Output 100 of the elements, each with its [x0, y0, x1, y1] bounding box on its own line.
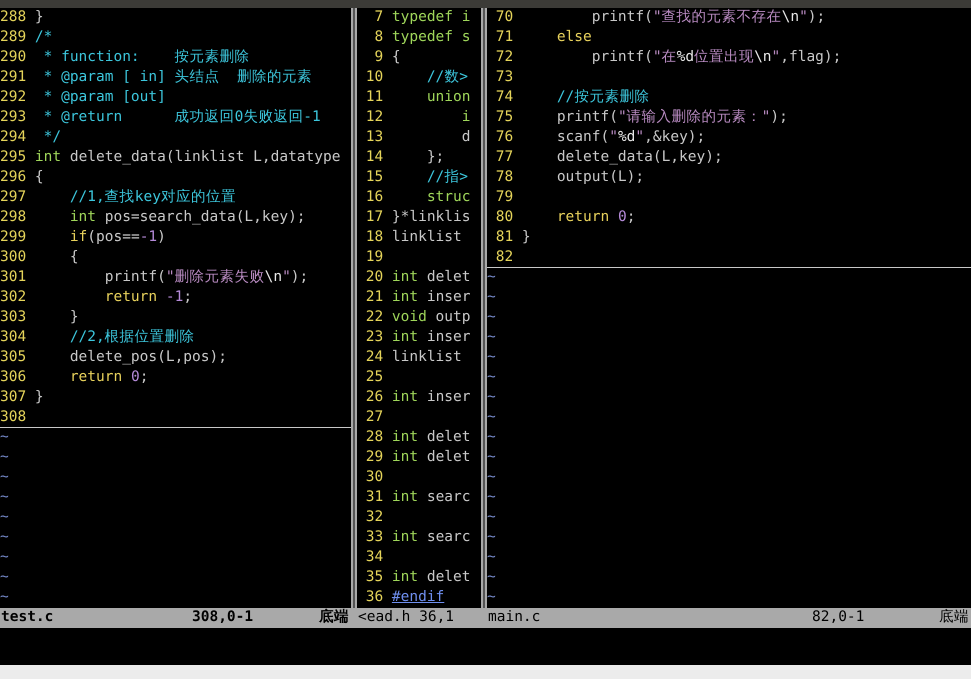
- line-number: 289: [0, 28, 26, 48]
- line-number: 26: [364, 388, 384, 408]
- line-number: 300: [0, 248, 26, 268]
- code-line: }: [68, 308, 79, 328]
- line-number: 36: [364, 588, 384, 608]
- code-line: union: [426, 88, 470, 108]
- line-number: 292: [0, 88, 26, 108]
- code-line: //1,查找key对应的位置: [68, 188, 236, 208]
- empty-line-marker: ~: [0, 588, 9, 608]
- code-line: delete_data(L,key);: [556, 148, 723, 168]
- line-number: 307: [0, 388, 26, 408]
- line-number: 33: [364, 528, 384, 548]
- line-number: 17: [364, 208, 384, 228]
- empty-line-marker: ~: [487, 368, 496, 388]
- line-number: 291: [0, 68, 26, 88]
- code-line: printf("删除元素失败\n");: [104, 268, 308, 288]
- line-number: 29: [364, 448, 384, 468]
- code-line: typedef i: [392, 8, 470, 28]
- code-line: int inser: [392, 388, 470, 408]
- code-line: /*: [34, 28, 52, 48]
- line-number: 34: [364, 548, 384, 568]
- code-line: //数>: [426, 68, 468, 88]
- line-number: 299: [0, 228, 26, 248]
- line-number: 79: [494, 188, 514, 208]
- empty-line-marker: ~: [487, 468, 496, 488]
- code-line: }*linklis: [392, 208, 470, 228]
- line-number: 297: [0, 188, 26, 208]
- empty-line-marker: ~: [0, 548, 9, 568]
- line-number: 298: [0, 208, 26, 228]
- line-number: 23: [364, 328, 384, 348]
- code-line: printf("请输入删除的元素：");: [556, 108, 788, 128]
- code-line: else: [556, 28, 592, 48]
- empty-line-marker: ~: [487, 388, 496, 408]
- code-line: int delet: [392, 428, 470, 448]
- line-number: 21: [364, 288, 384, 308]
- code-line: int delete_data(linklist L,datatype: [34, 148, 340, 168]
- line-number: 32: [364, 508, 384, 528]
- line-number: 30: [364, 468, 384, 488]
- line-number: 75: [494, 108, 514, 128]
- line-number: 28: [364, 428, 384, 448]
- code-line: printf("在%d位置出现\n",flag);: [590, 48, 842, 68]
- line-number: 8: [373, 28, 384, 48]
- code-line: */: [42, 128, 62, 148]
- code-line: * function: 按元素删除: [42, 48, 250, 68]
- empty-line-marker: ~: [487, 348, 496, 368]
- empty-line-marker: ~: [0, 528, 9, 548]
- code-line: };: [426, 148, 444, 168]
- empty-line-marker: ~: [487, 588, 496, 608]
- code-line: return -1;: [104, 288, 192, 308]
- code-line: }: [34, 388, 44, 408]
- line-number: 14: [364, 148, 384, 168]
- empty-line-marker: ~: [487, 508, 496, 528]
- line-number: 305: [0, 348, 26, 368]
- line-number: 74: [494, 88, 514, 108]
- line-number: 72: [494, 48, 514, 68]
- line-number: 295: [0, 148, 26, 168]
- line-number: 301: [0, 268, 26, 288]
- empty-line-marker: ~: [0, 468, 9, 488]
- file-name: test.c: [0, 608, 54, 628]
- line-number: 10: [364, 68, 384, 88]
- code-line: //2,根据位置删除: [68, 328, 195, 348]
- empty-line-marker: ~: [0, 488, 9, 508]
- code-line: i: [460, 108, 470, 128]
- code-line: int delet: [392, 268, 470, 288]
- line-number: 78: [494, 168, 514, 188]
- empty-line-marker: ~: [487, 488, 496, 508]
- code-line: int pos=search_data(L,key);: [68, 208, 306, 228]
- empty-line-marker: ~: [487, 288, 496, 308]
- code-line: d: [460, 128, 470, 148]
- code-line: typedef s: [392, 28, 470, 48]
- code-line: linklist: [392, 228, 462, 248]
- code-line: int searc: [392, 488, 470, 508]
- line-number: 71: [494, 28, 514, 48]
- line-number: 82: [494, 248, 514, 267]
- line-number: 296: [0, 168, 26, 188]
- line-number: 304: [0, 328, 26, 348]
- empty-line-marker: ~: [0, 428, 9, 448]
- empty-line-marker: ~: [487, 328, 496, 348]
- line-number: 27: [364, 408, 384, 428]
- code-line: //指>: [426, 168, 468, 188]
- line-number: 19: [364, 248, 384, 268]
- code-line: {: [68, 248, 79, 268]
- code-line: scanf("%d",&key);: [556, 128, 706, 148]
- file-name: <ead.h 36,1: [357, 608, 456, 628]
- line-number: 25: [364, 368, 384, 388]
- code-line: int inser: [392, 288, 470, 308]
- code-line: struc: [426, 188, 470, 208]
- code-line: * @param [ in] 头结点 删除的元素: [42, 68, 312, 88]
- code-line: printf("查找的元素不存在\n");: [590, 8, 826, 28]
- line-number: 18: [364, 228, 384, 248]
- empty-line-marker: ~: [0, 448, 9, 468]
- scroll-position: 底端: [939, 608, 970, 628]
- line-number: 80: [494, 208, 514, 228]
- empty-line-marker: ~: [0, 568, 9, 588]
- line-number: 15: [364, 168, 384, 188]
- line-number: 77: [494, 148, 514, 168]
- code-line: int inser: [392, 328, 470, 348]
- empty-line-marker: ~: [487, 428, 496, 448]
- code-line: int searc: [392, 528, 470, 548]
- code-line: #endif: [392, 588, 444, 608]
